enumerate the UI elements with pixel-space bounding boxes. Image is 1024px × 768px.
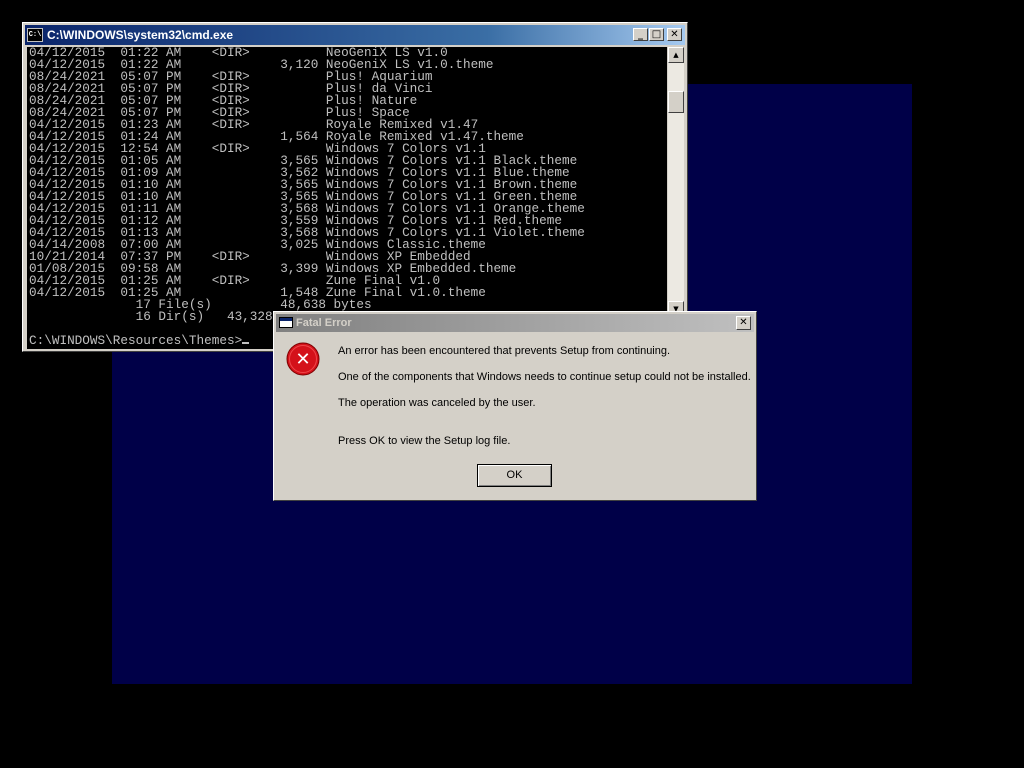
- error-message-line: Press OK to view the Setup log file.: [338, 435, 511, 447]
- scroll-up-button[interactable]: ▲: [668, 47, 684, 63]
- dialog-title: Fatal Error: [296, 317, 352, 329]
- error-icon: ✕: [286, 342, 320, 376]
- console-line: 16 Dir(s) 43,328: [29, 309, 273, 324]
- ok-button[interactable]: OK: [477, 464, 552, 487]
- error-message-line: An error has been encountered that preve…: [338, 345, 671, 357]
- screen: C:\ C:\WINDOWS\system32\cmd.exe _ □ ✕ 04…: [0, 0, 1024, 768]
- dialog-close-button[interactable]: ✕: [736, 316, 751, 330]
- cmd-titlebar[interactable]: C:\ C:\WINDOWS\system32\cmd.exe _ □ ✕: [25, 25, 685, 45]
- maximize-button[interactable]: □: [649, 28, 664, 41]
- scroll-thumb[interactable]: [668, 91, 684, 113]
- console-prompt: C:\WINDOWS\Resources\Themes>: [29, 333, 243, 348]
- minimize-button[interactable]: _: [633, 28, 648, 41]
- error-icon-glyph: ✕: [295, 349, 310, 370]
- console-output-area[interactable]: 04/12/2015 01:22 AM <DIR> NeoGeniX LS v1…: [27, 47, 667, 349]
- close-button[interactable]: ✕: [667, 28, 682, 41]
- fatal-error-dialog[interactable]: Fatal Error ✕ ✕ An error has been encoun…: [273, 311, 757, 501]
- vertical-scrollbar[interactable]: ▲ ▼: [668, 47, 684, 317]
- console-output: 04/12/2015 01:22 AM <DIR> NeoGeniX LS v1…: [29, 47, 585, 323]
- window-icon: [279, 317, 293, 328]
- console-prompt-line[interactable]: C:\WINDOWS\Resources\Themes>: [29, 333, 250, 348]
- error-message-line: One of the components that Windows needs…: [338, 371, 751, 383]
- error-message-line: The operation was canceled by the user.: [338, 397, 536, 409]
- cmd-window[interactable]: C:\ C:\WINDOWS\system32\cmd.exe _ □ ✕ 04…: [22, 22, 688, 352]
- cmd-app-icon[interactable]: C:\: [27, 28, 43, 42]
- text-cursor: [242, 342, 250, 344]
- dialog-titlebar[interactable]: Fatal Error ✕: [276, 314, 754, 332]
- cmd-window-title: C:\WINDOWS\system32\cmd.exe: [47, 28, 234, 42]
